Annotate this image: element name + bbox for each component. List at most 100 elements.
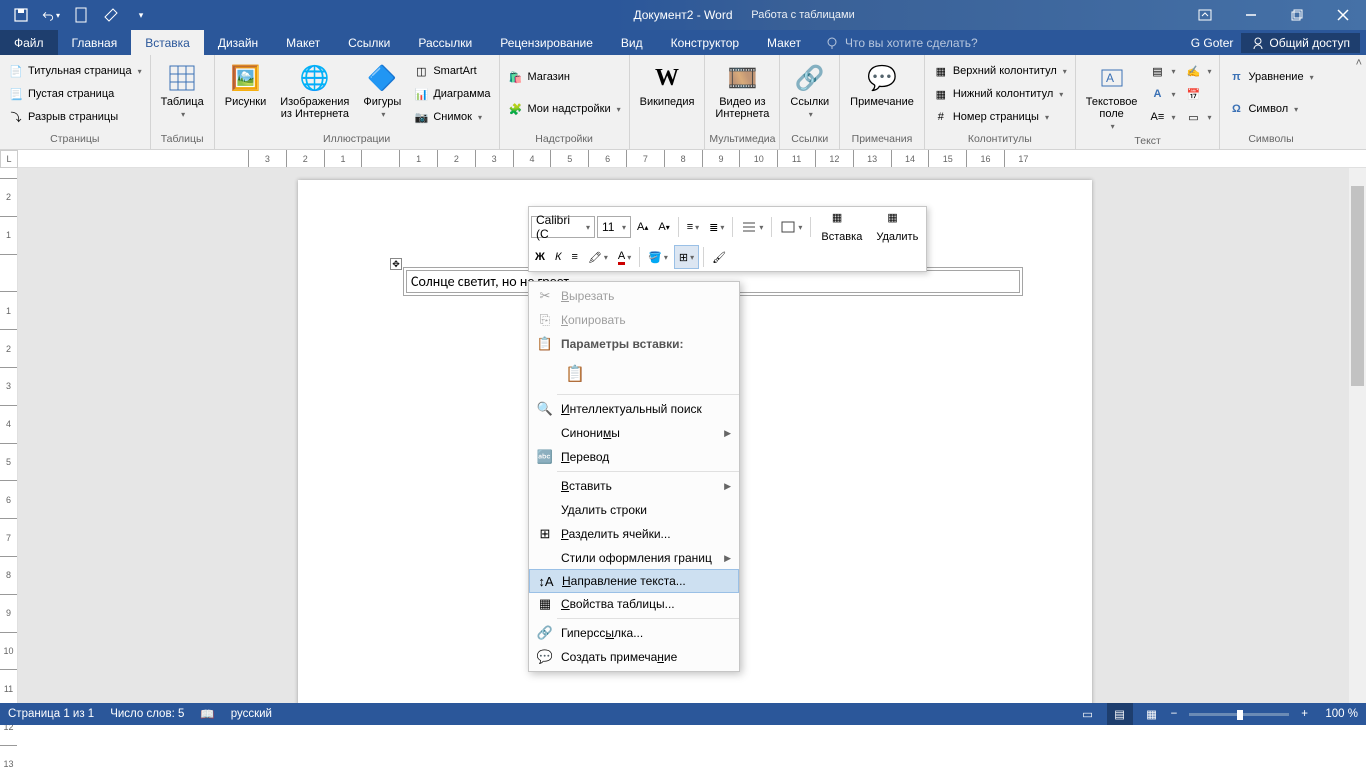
tab-design[interactable]: Дизайн (204, 30, 272, 55)
cm-synonyms[interactable]: Синонимы▶ (529, 421, 739, 445)
table-button[interactable]: Таблица▾ (155, 58, 210, 123)
text-highlight-icon[interactable]: 🖍▾ (584, 245, 612, 269)
increase-font-icon[interactable]: A▴ (633, 215, 652, 239)
tab-home[interactable]: Главная (58, 30, 132, 55)
dropcap-button[interactable]: A≡▾ (1145, 106, 1179, 128)
equation-button[interactable]: πУравнение▾ (1224, 66, 1317, 88)
online-pictures-button[interactable]: 🌐Изображения из Интернета (274, 58, 355, 124)
tab-insert[interactable]: Вставка (131, 30, 204, 55)
spell-check-icon[interactable]: 📖 (200, 707, 214, 721)
cm-smart-lookup[interactable]: 🔍Интеллектуальный поиск (529, 397, 739, 421)
print-layout-icon[interactable]: ▤ (1107, 703, 1133, 725)
vertical-ruler[interactable]: 2112345678910111213 (0, 168, 18, 703)
table-move-handle[interactable]: ✥ (390, 258, 402, 270)
ribbon-display-options-icon[interactable] (1182, 0, 1228, 30)
cover-page-button[interactable]: 📄Титульная страница▾ (4, 60, 146, 82)
mini-delete-button[interactable]: ▦Удалить (870, 209, 924, 245)
screenshot-button[interactable]: 📷Снимок▾ (409, 106, 494, 128)
save-icon[interactable] (12, 6, 30, 24)
cm-new-comment[interactable]: 💬Создать примечание (529, 645, 739, 669)
signature-button[interactable]: ✍▾ (1181, 60, 1215, 82)
bold-icon[interactable]: Ж (531, 245, 549, 269)
mini-insert-button[interactable]: ▦Вставка (815, 209, 868, 245)
tab-references[interactable]: Ссылки (334, 30, 404, 55)
collapse-ribbon-icon[interactable]: ˄ (1356, 57, 1362, 69)
word-count[interactable]: Число слов: 5 (110, 708, 184, 720)
tab-table-design[interactable]: Конструктор (657, 30, 753, 55)
cm-border-styles[interactable]: Стили оформления границ▶ (529, 546, 739, 570)
web-layout-icon[interactable]: ▦ (1139, 703, 1165, 725)
font-size-combo[interactable]: 11▾ (597, 216, 631, 238)
cm-insert[interactable]: Вставить▶ (529, 474, 739, 498)
links-button[interactable]: 🔗Ссылки▾ (784, 58, 835, 123)
my-addins-button[interactable]: 🧩Мои надстройки▾ (504, 98, 625, 120)
font-family-combo[interactable]: Calibri (С▾ (531, 216, 595, 238)
tab-layout[interactable]: Макет (272, 30, 334, 55)
quick-parts-button[interactable]: ▤▾ (1145, 60, 1179, 82)
share-button[interactable]: Общий доступ (1241, 33, 1360, 53)
alignment-icon[interactable]: ▾ (737, 215, 767, 239)
footer-button[interactable]: ▦Нижний колонтитул▾ (929, 83, 1071, 105)
table-border-icon[interactable]: ▾ (776, 215, 806, 239)
scrollbar-thumb[interactable] (1351, 186, 1364, 386)
smartart-button[interactable]: ◫SmartArt (409, 60, 494, 82)
online-video-button[interactable]: 🎞️Видео из Интернета (709, 58, 775, 124)
horizontal-ruler[interactable]: 3211234567891011121314151617 (18, 150, 1366, 167)
ruler-corner[interactable]: L (0, 150, 18, 168)
paste-keep-source-icon[interactable]: 📋 (561, 360, 589, 388)
page-break-button[interactable]: ⤵Разрыв страницы (4, 106, 146, 128)
tell-me-search[interactable]: Что вы хотите сделать? (815, 30, 1191, 55)
datetime-button[interactable]: 📅 (1181, 83, 1215, 105)
tab-view[interactable]: Вид (607, 30, 657, 55)
close-button[interactable] (1320, 0, 1366, 30)
borders-icon[interactable]: ⊞▾ (674, 245, 699, 269)
align-center-icon[interactable]: ≡ (567, 245, 581, 269)
qat-customize-icon[interactable]: ▾ (132, 6, 150, 24)
cm-delete-rows[interactable]: Удалить строки (529, 498, 739, 522)
chart-button[interactable]: 📊Диаграмма (409, 83, 494, 105)
shading-icon[interactable]: 🪣▾ (644, 245, 672, 269)
symbol-button[interactable]: ΩСимвол▾ (1224, 98, 1317, 120)
font-color-icon[interactable]: A▾ (614, 245, 635, 269)
wikipedia-button[interactable]: WВикипедия (634, 58, 701, 112)
zoom-out-icon[interactable]: − (1171, 708, 1178, 720)
tab-review[interactable]: Рецензирование (486, 30, 607, 55)
store-button[interactable]: 🛍️Магазин (504, 66, 625, 88)
page-number-button[interactable]: #Номер страницы▾ (929, 106, 1071, 128)
language-indicator[interactable]: русский (231, 708, 272, 720)
user-name[interactable]: G Goter (1191, 36, 1234, 50)
cm-translate[interactable]: 🔤Перевод (529, 445, 739, 469)
decrease-font-icon[interactable]: A▾ (654, 215, 673, 239)
tab-file[interactable]: Файл (0, 30, 58, 55)
new-doc-icon[interactable] (72, 6, 90, 24)
comment-button[interactable]: 💬Примечание (844, 58, 920, 112)
numbering-icon[interactable]: ≣▾ (705, 215, 728, 239)
tab-mailings[interactable]: Рассылки (404, 30, 486, 55)
zoom-slider[interactable] (1189, 713, 1289, 716)
shapes-button[interactable]: 🔷Фигуры▾ (357, 58, 407, 123)
textbox-button[interactable]: AТекстовое поле▾ (1080, 58, 1144, 135)
header-button[interactable]: ▦Верхний колонтитул▾ (929, 60, 1071, 82)
cm-table-properties[interactable]: ▦Свойства таблицы... (529, 592, 739, 616)
blank-page-button[interactable]: 📃Пустая страница (4, 83, 146, 105)
undo-icon[interactable]: ▾ (42, 6, 60, 24)
read-mode-icon[interactable]: ▭ (1075, 703, 1101, 725)
page-indicator[interactable]: Страница 1 из 1 (8, 708, 94, 720)
cm-hyperlink[interactable]: 🔗Гиперссылка... (529, 621, 739, 645)
italic-icon[interactable]: К (551, 245, 565, 269)
pictures-button[interactable]: 🖼️Рисунки (219, 58, 273, 112)
format-painter-icon[interactable]: 🖌 (708, 245, 730, 269)
cm-split-cells[interactable]: ⊞Разделить ячейки... (529, 522, 739, 546)
bullets-icon[interactable]: ≡▾ (683, 215, 703, 239)
maximize-button[interactable] (1274, 0, 1320, 30)
vertical-scrollbar[interactable] (1349, 168, 1366, 703)
wordart-button[interactable]: A▾ (1145, 83, 1179, 105)
zoom-slider-thumb[interactable] (1237, 710, 1243, 720)
cm-text-direction[interactable]: ↕AНаправление текста... (529, 569, 739, 593)
zoom-in-icon[interactable]: + (1301, 708, 1308, 720)
object-button[interactable]: ▭▾ (1181, 106, 1215, 128)
zoom-level[interactable]: 100 % (1314, 708, 1358, 720)
tab-table-layout[interactable]: Макет (753, 30, 815, 55)
minimize-button[interactable] (1228, 0, 1274, 30)
draw-table-icon[interactable] (102, 6, 120, 24)
